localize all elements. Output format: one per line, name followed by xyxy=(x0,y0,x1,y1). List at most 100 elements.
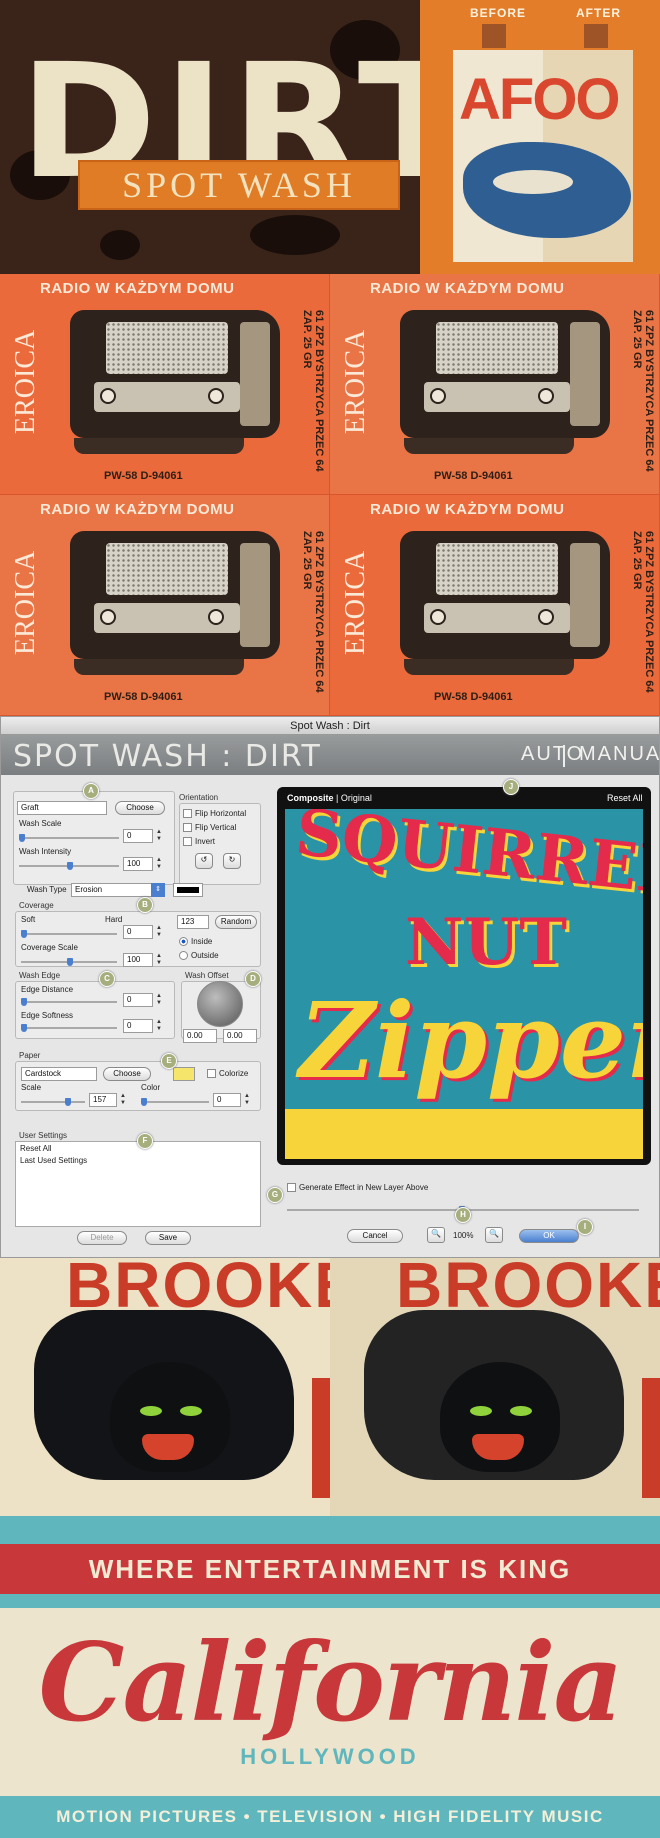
colorize-label: Colorize xyxy=(219,1069,249,1078)
wash-scale-field[interactable]: 0 xyxy=(123,829,153,843)
radio-model: PW-58 D-94061 xyxy=(104,691,183,703)
slider-thumb[interactable] xyxy=(19,834,25,842)
slider-thumb[interactable] xyxy=(21,998,27,1006)
invert-checkbox[interactable] xyxy=(183,837,192,846)
reset-all-link[interactable]: Reset All xyxy=(607,793,643,803)
coverage-seed-field[interactable]: 123 xyxy=(177,915,209,929)
color-field[interactable]: 0 xyxy=(213,1093,241,1107)
radio-side-text: 61 ZPZ BYSTRZYCA PRZEC 64 ZAP. 25 GR xyxy=(301,531,325,693)
scale-field[interactable]: 157 xyxy=(89,1093,117,1107)
coverage-field[interactable]: 0 xyxy=(123,925,153,939)
wash-color-swatch[interactable] xyxy=(173,883,203,897)
wash-scale-slider[interactable] xyxy=(19,834,119,845)
radio-side-panel xyxy=(240,322,270,426)
radio-side-text: 61 ZPZ BYSTRZYCA PRZEC 64 ZAP. 25 GR xyxy=(301,310,325,472)
ok-button[interactable]: OK xyxy=(519,1229,579,1243)
radio-base xyxy=(404,659,574,675)
brooke-comparison: BROOKE BROOKE xyxy=(0,1258,660,1516)
brooke-before: BROOKE xyxy=(0,1258,330,1516)
rotate-left-icon[interactable]: ↺ xyxy=(195,853,213,869)
paper-choose-button[interactable]: Choose xyxy=(103,1067,151,1081)
radio-base xyxy=(404,438,574,454)
wash-intensity-stepper[interactable]: ▲ ▼ xyxy=(155,857,163,871)
flip-vertical-checkbox[interactable] xyxy=(183,823,192,832)
color-slider[interactable] xyxy=(141,1098,209,1109)
texture-choose-button[interactable]: Choose xyxy=(115,801,165,815)
before-arrow-icon xyxy=(482,24,506,48)
radio-knob xyxy=(538,609,554,625)
slider-thumb[interactable] xyxy=(67,862,73,870)
red-edge xyxy=(642,1378,660,1498)
color-label: Color xyxy=(141,1083,161,1092)
wash-offset-dial[interactable] xyxy=(197,981,243,1027)
scale-label: Scale xyxy=(21,1083,42,1092)
paper-label: Paper xyxy=(19,1051,41,1060)
save-button[interactable]: Save xyxy=(145,1231,191,1245)
radio-card: RADIO W KAŻDYM DOMU EROICA 61 ZPZ BYSTRZYC… xyxy=(0,274,330,495)
scale-slider[interactable] xyxy=(21,1098,85,1109)
cancel-button[interactable]: Cancel xyxy=(347,1229,403,1243)
edge-distance-stepper[interactable]: ▲ ▼ xyxy=(155,993,163,1007)
edge-softness-slider[interactable] xyxy=(21,1024,117,1035)
slider-thumb[interactable] xyxy=(141,1098,147,1106)
inside-label: Inside xyxy=(191,937,213,946)
outside-radio[interactable] xyxy=(179,951,188,960)
zoom-out-icon[interactable]: 🔍 xyxy=(427,1227,445,1243)
settings-item[interactable]: Reset All xyxy=(20,1144,52,1153)
slider-thumb[interactable] xyxy=(21,1024,27,1032)
slider-thumb[interactable] xyxy=(21,930,27,938)
flip-vertical-label: Flip Vertical xyxy=(195,823,237,832)
slider-thumb[interactable] xyxy=(67,958,73,966)
composite-toggle[interactable]: Composite | Original xyxy=(287,793,372,803)
preview-image[interactable]: SQUIRREL NUT Zipper xyxy=(285,809,643,1159)
coverage-scale-field[interactable]: 100 xyxy=(123,953,153,967)
wash-edge-label: Wash Edge xyxy=(19,971,61,980)
coverage-scale-slider[interactable] xyxy=(21,958,117,969)
teal-stripe xyxy=(0,1594,660,1608)
wash-scale-stepper[interactable]: ▲ ▼ xyxy=(155,829,163,843)
radio-grill xyxy=(436,543,558,595)
composite-label[interactable]: Composite xyxy=(287,793,334,803)
paper-field[interactable]: Cardstock xyxy=(21,1067,97,1081)
coverage-slider[interactable] xyxy=(21,930,117,941)
preview-panel: Composite | Original Reset All SQUIRREL … xyxy=(277,787,651,1165)
slider-thumb[interactable] xyxy=(65,1098,71,1106)
inside-radio[interactable] xyxy=(179,937,188,946)
generate-layer-checkbox[interactable] xyxy=(287,1183,296,1192)
offset-x-field[interactable]: 0.00 xyxy=(183,1029,217,1043)
wash-intensity-field[interactable]: 100 xyxy=(123,857,153,871)
edge-distance-field[interactable]: 0 xyxy=(123,993,153,1007)
coverage-stepper[interactable]: ▲ ▼ xyxy=(155,925,163,939)
mode-auto-tab[interactable]: AUTO xyxy=(521,743,584,766)
radio-model: PW-58 D-94061 xyxy=(434,691,513,703)
flip-horizontal-checkbox[interactable] xyxy=(183,809,192,818)
radio-model: PW-58 D-94061 xyxy=(104,470,183,482)
footer-text: MOTION PICTURES • TELEVISION • HIGH FIDE… xyxy=(56,1807,604,1826)
delete-button[interactable]: Delete xyxy=(77,1231,127,1245)
offset-y-field[interactable]: 0.00 xyxy=(223,1029,257,1043)
radio-brand: EROICA xyxy=(340,550,371,655)
paper-color-swatch[interactable] xyxy=(173,1067,195,1081)
radio-header: RADIO W KAŻDYM DOMU xyxy=(40,280,235,297)
scale-stepper[interactable]: ▲ ▼ xyxy=(119,1093,127,1107)
edge-distance-slider[interactable] xyxy=(21,998,117,1009)
texture-field[interactable]: Graft xyxy=(17,801,107,815)
user-settings-label: User Settings xyxy=(19,1131,68,1140)
art-line-2: NUT xyxy=(405,905,567,980)
colorize-checkbox[interactable] xyxy=(207,1069,216,1078)
mode-manual-tab[interactable]: MANUAL xyxy=(579,743,660,766)
settings-item[interactable]: Last Used Settings xyxy=(20,1156,87,1165)
tagline: WHERE ENTERTAINMENT IS KING xyxy=(88,1554,572,1584)
rotate-right-icon[interactable]: ↻ xyxy=(223,853,241,869)
original-label[interactable]: Original xyxy=(341,793,372,803)
color-stepper[interactable]: ▲ ▼ xyxy=(243,1093,251,1107)
art-line-1: SQUIRREL xyxy=(292,809,643,911)
edge-softness-field[interactable]: 0 xyxy=(123,1019,153,1033)
random-button[interactable]: Random xyxy=(215,915,257,929)
select-arrows-icon[interactable]: ⇕ xyxy=(151,883,165,897)
wash-intensity-slider[interactable] xyxy=(19,862,119,873)
edge-softness-stepper[interactable]: ▲ ▼ xyxy=(155,1019,163,1033)
coverage-scale-stepper[interactable]: ▲ ▼ xyxy=(155,953,163,967)
radio-side-text: 61 ZPZ BYSTRZYCA PRZEC 64 ZAP. 25 GR xyxy=(631,310,655,472)
zoom-in-icon[interactable]: 🔍 xyxy=(485,1227,503,1243)
